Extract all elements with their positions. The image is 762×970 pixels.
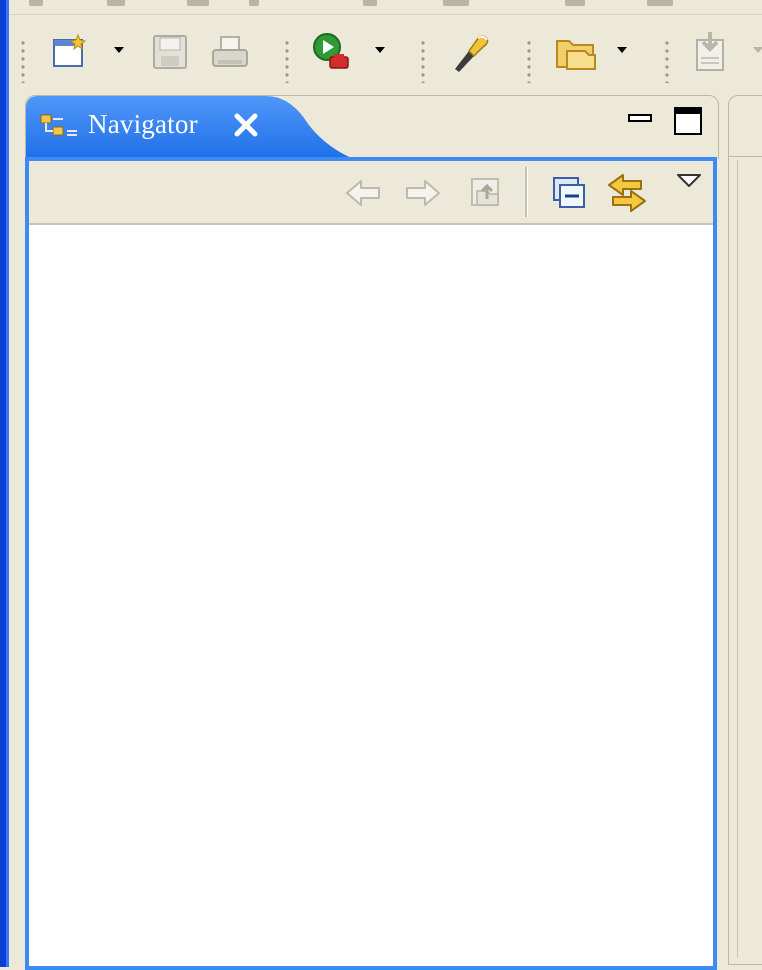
search-button[interactable] <box>447 29 493 75</box>
tab-navigator[interactable] <box>39 111 79 148</box>
run-icon <box>313 33 349 69</box>
view-menu-icon <box>677 174 701 187</box>
collapse-all-button[interactable] <box>547 171 591 215</box>
toolbar-separator <box>285 39 289 83</box>
collapse-all-icon <box>553 177 585 208</box>
new-wizard-button[interactable] <box>47 29 93 75</box>
new-wizard-icon <box>53 33 87 67</box>
back-arrow-icon <box>346 180 380 206</box>
close-icon <box>234 113 258 137</box>
toolbar-separator <box>527 39 531 83</box>
view-menu-button[interactable] <box>675 171 703 196</box>
forward-button[interactable] <box>401 171 445 215</box>
forward-arrow-icon <box>406 180 440 206</box>
up-folder-icon <box>471 178 499 206</box>
navigator-view: Navigator <box>25 95 719 970</box>
toolbar-separator <box>665 39 669 83</box>
minimize-view-button[interactable] <box>626 105 656 135</box>
link-with-editor-icon <box>608 174 646 212</box>
print-button[interactable] <box>207 29 253 75</box>
main-toolbar <box>9 15 762 87</box>
new-wizard-dropdown[interactable] <box>114 47 124 53</box>
tab-close-button[interactable] <box>232 111 260 139</box>
run-button[interactable] <box>309 29 355 75</box>
print-icon <box>212 36 248 67</box>
adjacent-view-edge <box>728 95 762 965</box>
view-toolbar-separator <box>525 167 528 217</box>
view-toolbar <box>29 161 713 225</box>
toolbar-separator <box>21 39 25 83</box>
run-dropdown[interactable] <box>375 47 385 53</box>
window-left-border <box>0 0 9 967</box>
adjacent-view-body <box>737 160 762 958</box>
import-icon <box>696 32 724 71</box>
search-flashlight-icon <box>455 35 489 72</box>
maximize-view-button[interactable] <box>672 105 704 137</box>
minimize-icon <box>628 114 652 122</box>
import-button[interactable] <box>689 29 735 75</box>
menu-bar-remnant <box>9 0 762 15</box>
link-with-editor-button[interactable] <box>605 171 649 215</box>
open-button[interactable] <box>553 29 599 75</box>
import-dropdown[interactable] <box>753 47 762 53</box>
up-button[interactable] <box>465 171 509 215</box>
maximize-icon <box>674 107 702 135</box>
navigator-tree-area[interactable] <box>29 225 713 966</box>
navigator-icon <box>40 114 77 136</box>
open-dropdown[interactable] <box>617 47 627 53</box>
toolbar-separator <box>421 39 425 83</box>
back-button[interactable] <box>341 171 385 215</box>
tab-title[interactable]: Navigator <box>88 109 198 140</box>
view-tab-bar: Navigator <box>25 95 719 160</box>
adjacent-view-header <box>729 96 762 157</box>
view-frame <box>25 157 717 970</box>
open-folder-icon <box>556 40 596 70</box>
save-icon <box>153 35 187 69</box>
save-button[interactable] <box>147 29 193 75</box>
